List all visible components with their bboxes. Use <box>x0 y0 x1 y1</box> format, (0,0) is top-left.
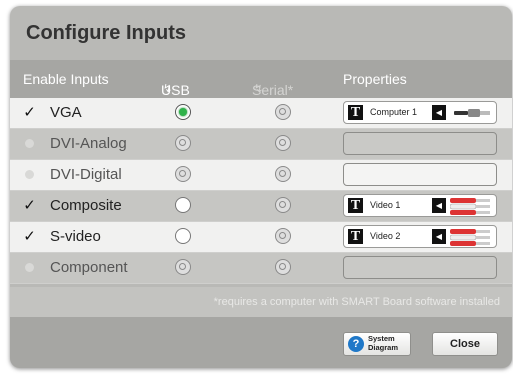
serial-radio-dvi-analog <box>275 135 291 151</box>
speaker-icon[interactable]: ◀ <box>432 105 446 120</box>
rca-cable-icon <box>450 198 490 215</box>
properties-field-dvi-digital <box>343 163 497 186</box>
usb-radio-composite[interactable] <box>175 197 191 213</box>
input-label: Composite <box>50 197 122 214</box>
text-T-icon[interactable]: T <box>348 229 363 244</box>
usb-radio-dvi-analog <box>175 135 191 151</box>
help-question-icon: ? <box>348 336 364 352</box>
note-bar: *requires a computer with SMART Board so… <box>10 287 512 317</box>
properties-field-s-video[interactable]: T Video 2 ◀ <box>343 225 497 248</box>
checkmark-icon: ✓ <box>23 197 36 214</box>
enable-checkbox-composite[interactable]: ✓ <box>23 197 36 214</box>
text-T-icon[interactable]: T <box>348 105 363 120</box>
speaker-icon[interactable]: ◀ <box>432 198 446 213</box>
text-T-icon[interactable]: T <box>348 198 363 213</box>
enable-checkbox-s-video[interactable]: ✓ <box>23 228 36 245</box>
usb-radio-vga[interactable] <box>175 104 191 120</box>
dialog-title: Configure Inputs <box>26 22 186 44</box>
input-row-composite: ✓ Composite T Video 1 ◀ <box>10 191 512 222</box>
input-row-s-video: ✓ S-video T Video 2 ◀ <box>10 222 512 253</box>
vga-cable-icon <box>454 109 490 117</box>
serial-radio-component <box>275 259 291 275</box>
enable-checkbox-component[interactable] <box>23 261 36 274</box>
dialog-footer: ? System Diagram Close <box>10 317 512 368</box>
enable-checkbox-dvi-analog[interactable] <box>23 137 36 150</box>
properties-field-component <box>343 256 497 279</box>
properties-field-dvi-analog <box>343 132 497 155</box>
properties-field-composite[interactable]: T Video 1 ◀ <box>343 194 497 217</box>
close-button[interactable]: Close <box>432 332 498 356</box>
footnote: *requires a computer with SMART Board so… <box>213 296 500 308</box>
usb-radio-component <box>175 259 191 275</box>
input-row-vga: ✓ VGA T Computer 1 ◀ <box>10 98 512 129</box>
serial-radio-s-video <box>275 228 291 244</box>
enable-checkbox-dvi-digital[interactable] <box>23 168 36 181</box>
header-properties: Properties <box>343 71 407 87</box>
configure-inputs-dialog: Configure Inputs Enable Inputs USB ↯ Seri… <box>10 6 512 368</box>
input-row-dvi-analog: DVI-Analog <box>10 129 512 160</box>
column-header: Enable Inputs USB ↯ Serial* ↯ Properties <box>10 60 512 98</box>
property-label: Video 1 <box>370 200 401 210</box>
input-label: DVI-Analog <box>50 135 127 152</box>
input-row-dvi-digital: DVI-Digital <box>10 160 512 191</box>
rca-cable-icon <box>450 229 490 246</box>
serial-radio-vga <box>275 104 291 120</box>
system-diagram-label: System Diagram <box>368 334 399 352</box>
enable-checkbox-vga[interactable]: ✓ <box>23 104 36 121</box>
system-diagram-button[interactable]: ? System Diagram <box>343 332 411 356</box>
checkmark-icon: ✓ <box>23 228 36 245</box>
input-label: DVI-Digital <box>50 166 122 183</box>
serial-plug-icon: ↯ <box>254 83 264 95</box>
input-label: VGA <box>50 104 82 121</box>
usb-radio-dvi-digital <box>175 166 191 182</box>
input-label: S-video <box>50 228 101 245</box>
checkmark-icon: ✓ <box>23 104 36 121</box>
serial-radio-dvi-digital <box>275 166 291 182</box>
properties-field-vga[interactable]: T Computer 1 ◀ <box>343 101 497 124</box>
property-label: Video 2 <box>370 231 401 241</box>
speaker-icon[interactable]: ◀ <box>432 229 446 244</box>
header-enable-inputs: Enable Inputs <box>23 71 109 87</box>
input-label: Component <box>50 259 128 276</box>
usb-radio-s-video[interactable] <box>175 228 191 244</box>
property-label: Computer 1 <box>370 107 418 117</box>
input-row-component: Component <box>10 253 512 284</box>
serial-radio-composite <box>275 197 291 213</box>
usb-plug-icon: ↯ <box>163 83 173 95</box>
